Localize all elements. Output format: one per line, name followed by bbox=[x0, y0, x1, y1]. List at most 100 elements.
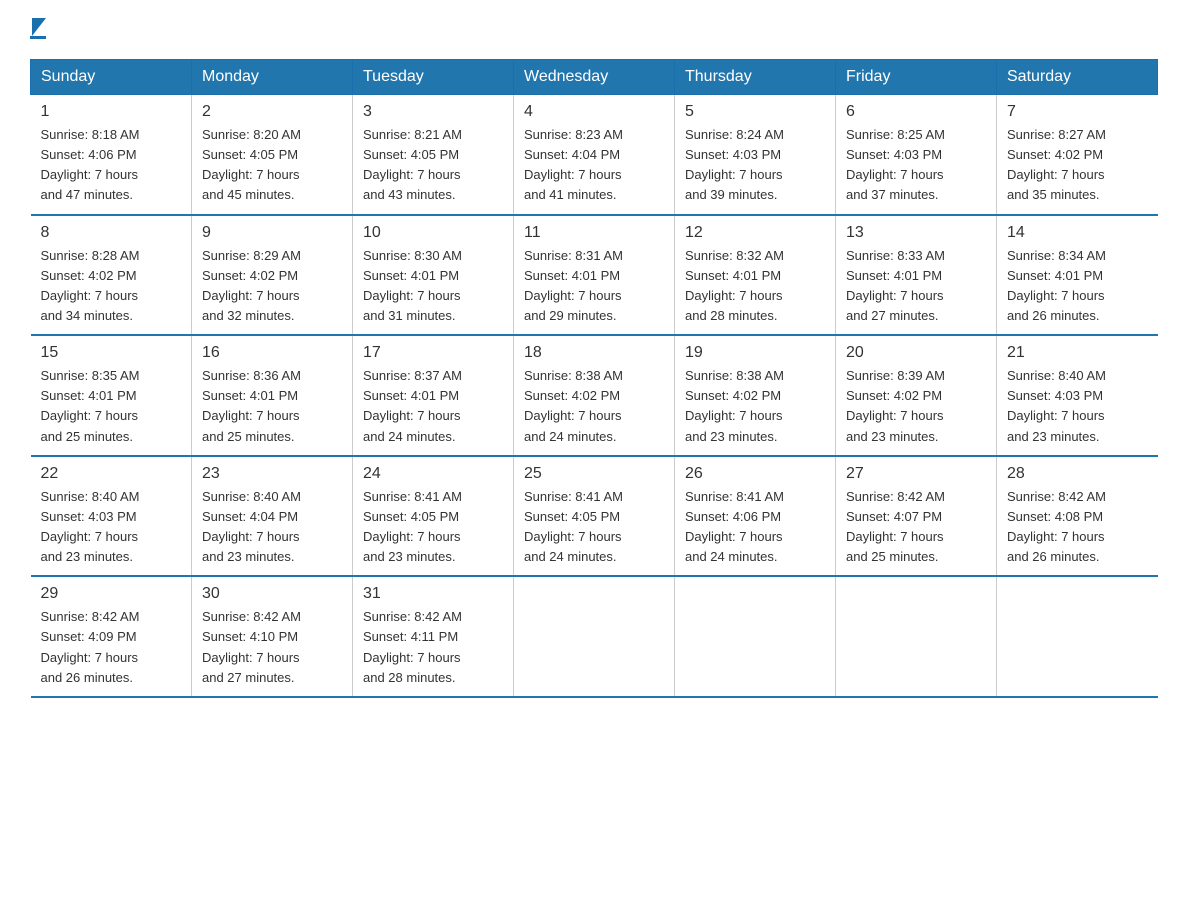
calendar-cell: 29 Sunrise: 8:42 AM Sunset: 4:09 PM Dayl… bbox=[31, 576, 192, 697]
day-info: Sunrise: 8:30 AM Sunset: 4:01 PM Dayligh… bbox=[363, 246, 503, 327]
calendar-cell: 13 Sunrise: 8:33 AM Sunset: 4:01 PM Dayl… bbox=[836, 215, 997, 336]
day-number: 23 bbox=[202, 465, 342, 483]
day-info: Sunrise: 8:29 AM Sunset: 4:02 PM Dayligh… bbox=[202, 246, 342, 327]
day-number: 21 bbox=[1007, 344, 1148, 362]
day-info: Sunrise: 8:27 AM Sunset: 4:02 PM Dayligh… bbox=[1007, 125, 1148, 206]
calendar-cell: 10 Sunrise: 8:30 AM Sunset: 4:01 PM Dayl… bbox=[353, 215, 514, 336]
day-info: Sunrise: 8:42 AM Sunset: 4:09 PM Dayligh… bbox=[41, 607, 182, 688]
day-info: Sunrise: 8:24 AM Sunset: 4:03 PM Dayligh… bbox=[685, 125, 825, 206]
calendar-week-row: 29 Sunrise: 8:42 AM Sunset: 4:09 PM Dayl… bbox=[31, 576, 1158, 697]
day-number: 28 bbox=[1007, 465, 1148, 483]
calendar-week-row: 1 Sunrise: 8:18 AM Sunset: 4:06 PM Dayli… bbox=[31, 95, 1158, 215]
calendar-cell bbox=[514, 576, 675, 697]
day-info: Sunrise: 8:33 AM Sunset: 4:01 PM Dayligh… bbox=[846, 246, 986, 327]
page-header bbox=[30, 20, 1158, 39]
header-cell-sunday: Sunday bbox=[31, 60, 192, 95]
header-cell-thursday: Thursday bbox=[675, 60, 836, 95]
calendar-cell: 27 Sunrise: 8:42 AM Sunset: 4:07 PM Dayl… bbox=[836, 456, 997, 577]
calendar-cell: 1 Sunrise: 8:18 AM Sunset: 4:06 PM Dayli… bbox=[31, 95, 192, 215]
day-number: 14 bbox=[1007, 224, 1148, 242]
day-info: Sunrise: 8:18 AM Sunset: 4:06 PM Dayligh… bbox=[41, 125, 182, 206]
day-number: 10 bbox=[363, 224, 503, 242]
day-number: 16 bbox=[202, 344, 342, 362]
day-info: Sunrise: 8:38 AM Sunset: 4:02 PM Dayligh… bbox=[524, 366, 664, 447]
day-info: Sunrise: 8:41 AM Sunset: 4:05 PM Dayligh… bbox=[363, 487, 503, 568]
day-number: 1 bbox=[41, 103, 182, 121]
day-info: Sunrise: 8:40 AM Sunset: 4:03 PM Dayligh… bbox=[1007, 366, 1148, 447]
day-info: Sunrise: 8:37 AM Sunset: 4:01 PM Dayligh… bbox=[363, 366, 503, 447]
day-info: Sunrise: 8:41 AM Sunset: 4:05 PM Dayligh… bbox=[524, 487, 664, 568]
calendar-cell: 16 Sunrise: 8:36 AM Sunset: 4:01 PM Dayl… bbox=[192, 335, 353, 456]
calendar-cell: 3 Sunrise: 8:21 AM Sunset: 4:05 PM Dayli… bbox=[353, 95, 514, 215]
calendar-cell: 18 Sunrise: 8:38 AM Sunset: 4:02 PM Dayl… bbox=[514, 335, 675, 456]
day-number: 5 bbox=[685, 103, 825, 121]
calendar-cell: 24 Sunrise: 8:41 AM Sunset: 4:05 PM Dayl… bbox=[353, 456, 514, 577]
day-info: Sunrise: 8:21 AM Sunset: 4:05 PM Dayligh… bbox=[363, 125, 503, 206]
calendar-cell: 31 Sunrise: 8:42 AM Sunset: 4:11 PM Dayl… bbox=[353, 576, 514, 697]
day-info: Sunrise: 8:42 AM Sunset: 4:08 PM Dayligh… bbox=[1007, 487, 1148, 568]
logo bbox=[30, 20, 46, 39]
day-info: Sunrise: 8:20 AM Sunset: 4:05 PM Dayligh… bbox=[202, 125, 342, 206]
day-info: Sunrise: 8:40 AM Sunset: 4:03 PM Dayligh… bbox=[41, 487, 182, 568]
day-number: 25 bbox=[524, 465, 664, 483]
day-info: Sunrise: 8:42 AM Sunset: 4:07 PM Dayligh… bbox=[846, 487, 986, 568]
calendar-cell: 2 Sunrise: 8:20 AM Sunset: 4:05 PM Dayli… bbox=[192, 95, 353, 215]
calendar-week-row: 15 Sunrise: 8:35 AM Sunset: 4:01 PM Dayl… bbox=[31, 335, 1158, 456]
calendar-cell: 19 Sunrise: 8:38 AM Sunset: 4:02 PM Dayl… bbox=[675, 335, 836, 456]
calendar-cell: 15 Sunrise: 8:35 AM Sunset: 4:01 PM Dayl… bbox=[31, 335, 192, 456]
day-number: 20 bbox=[846, 344, 986, 362]
day-number: 27 bbox=[846, 465, 986, 483]
header-cell-friday: Friday bbox=[836, 60, 997, 95]
calendar-cell: 20 Sunrise: 8:39 AM Sunset: 4:02 PM Dayl… bbox=[836, 335, 997, 456]
calendar-table: SundayMondayTuesdayWednesdayThursdayFrid… bbox=[30, 59, 1158, 698]
calendar-week-row: 8 Sunrise: 8:28 AM Sunset: 4:02 PM Dayli… bbox=[31, 215, 1158, 336]
calendar-cell: 26 Sunrise: 8:41 AM Sunset: 4:06 PM Dayl… bbox=[675, 456, 836, 577]
calendar-header-row: SundayMondayTuesdayWednesdayThursdayFrid… bbox=[31, 60, 1158, 95]
calendar-cell bbox=[836, 576, 997, 697]
logo-triangle-icon bbox=[32, 18, 46, 36]
day-number: 31 bbox=[363, 585, 503, 603]
calendar-cell: 12 Sunrise: 8:32 AM Sunset: 4:01 PM Dayl… bbox=[675, 215, 836, 336]
calendar-cell: 25 Sunrise: 8:41 AM Sunset: 4:05 PM Dayl… bbox=[514, 456, 675, 577]
day-number: 11 bbox=[524, 224, 664, 242]
calendar-cell: 5 Sunrise: 8:24 AM Sunset: 4:03 PM Dayli… bbox=[675, 95, 836, 215]
day-info: Sunrise: 8:25 AM Sunset: 4:03 PM Dayligh… bbox=[846, 125, 986, 206]
calendar-cell: 17 Sunrise: 8:37 AM Sunset: 4:01 PM Dayl… bbox=[353, 335, 514, 456]
day-number: 30 bbox=[202, 585, 342, 603]
calendar-cell: 14 Sunrise: 8:34 AM Sunset: 4:01 PM Dayl… bbox=[997, 215, 1158, 336]
calendar-cell: 4 Sunrise: 8:23 AM Sunset: 4:04 PM Dayli… bbox=[514, 95, 675, 215]
day-number: 19 bbox=[685, 344, 825, 362]
day-number: 29 bbox=[41, 585, 182, 603]
header-cell-wednesday: Wednesday bbox=[514, 60, 675, 95]
header-cell-saturday: Saturday bbox=[997, 60, 1158, 95]
day-info: Sunrise: 8:35 AM Sunset: 4:01 PM Dayligh… bbox=[41, 366, 182, 447]
header-cell-monday: Monday bbox=[192, 60, 353, 95]
header-cell-tuesday: Tuesday bbox=[353, 60, 514, 95]
calendar-cell bbox=[675, 576, 836, 697]
calendar-cell bbox=[997, 576, 1158, 697]
day-number: 15 bbox=[41, 344, 182, 362]
day-number: 3 bbox=[363, 103, 503, 121]
day-info: Sunrise: 8:28 AM Sunset: 4:02 PM Dayligh… bbox=[41, 246, 182, 327]
calendar-cell: 7 Sunrise: 8:27 AM Sunset: 4:02 PM Dayli… bbox=[997, 95, 1158, 215]
calendar-cell: 8 Sunrise: 8:28 AM Sunset: 4:02 PM Dayli… bbox=[31, 215, 192, 336]
calendar-cell: 23 Sunrise: 8:40 AM Sunset: 4:04 PM Dayl… bbox=[192, 456, 353, 577]
day-number: 7 bbox=[1007, 103, 1148, 121]
day-info: Sunrise: 8:38 AM Sunset: 4:02 PM Dayligh… bbox=[685, 366, 825, 447]
day-number: 18 bbox=[524, 344, 664, 362]
day-info: Sunrise: 8:23 AM Sunset: 4:04 PM Dayligh… bbox=[524, 125, 664, 206]
day-number: 17 bbox=[363, 344, 503, 362]
day-number: 6 bbox=[846, 103, 986, 121]
day-info: Sunrise: 8:34 AM Sunset: 4:01 PM Dayligh… bbox=[1007, 246, 1148, 327]
day-number: 4 bbox=[524, 103, 664, 121]
calendar-cell: 30 Sunrise: 8:42 AM Sunset: 4:10 PM Dayl… bbox=[192, 576, 353, 697]
day-info: Sunrise: 8:41 AM Sunset: 4:06 PM Dayligh… bbox=[685, 487, 825, 568]
day-number: 9 bbox=[202, 224, 342, 242]
day-number: 13 bbox=[846, 224, 986, 242]
calendar-cell: 28 Sunrise: 8:42 AM Sunset: 4:08 PM Dayl… bbox=[997, 456, 1158, 577]
calendar-cell: 11 Sunrise: 8:31 AM Sunset: 4:01 PM Dayl… bbox=[514, 215, 675, 336]
day-info: Sunrise: 8:42 AM Sunset: 4:11 PM Dayligh… bbox=[363, 607, 503, 688]
day-info: Sunrise: 8:40 AM Sunset: 4:04 PM Dayligh… bbox=[202, 487, 342, 568]
day-number: 26 bbox=[685, 465, 825, 483]
day-number: 24 bbox=[363, 465, 503, 483]
